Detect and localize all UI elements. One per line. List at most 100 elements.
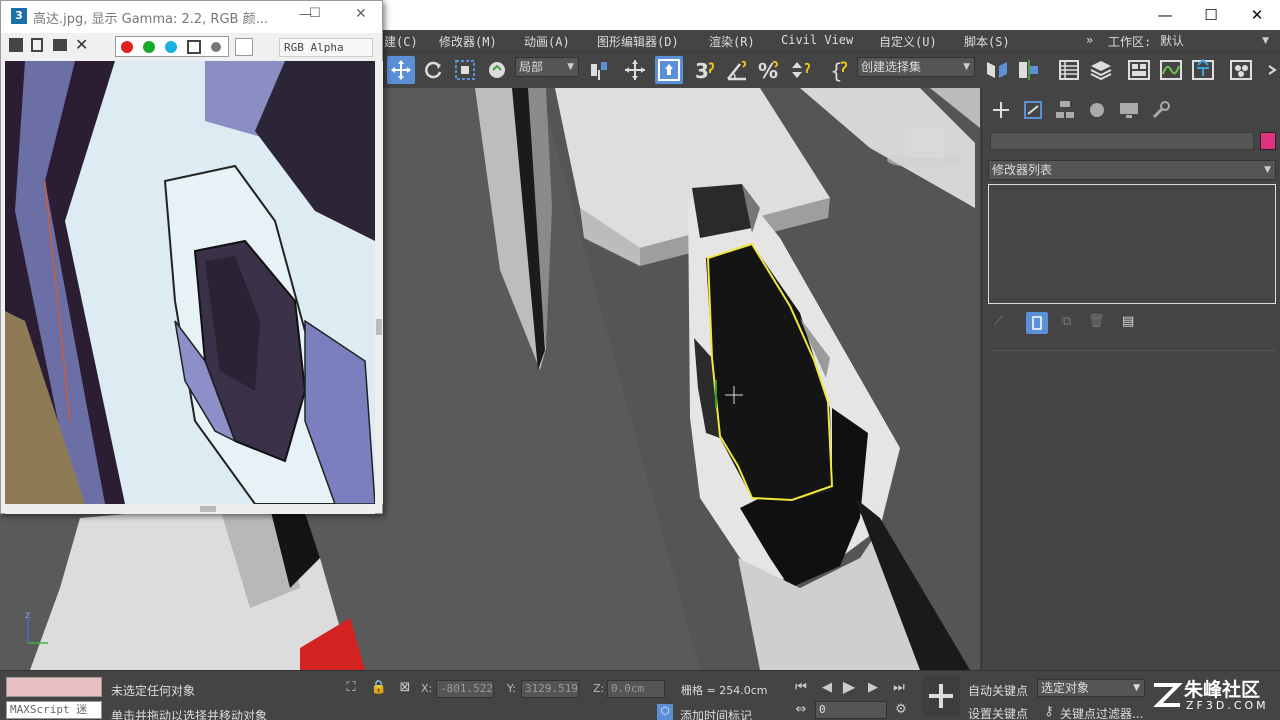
select-scale-button[interactable] [451, 56, 479, 84]
placement-button[interactable] [483, 56, 511, 84]
schematic-icon [1192, 58, 1214, 80]
menu-graph-editors[interactable]: 图形编辑器(D) [597, 33, 679, 50]
modifier-stack[interactable] [988, 184, 1276, 304]
toggle-ribbon-button[interactable] [1125, 56, 1153, 84]
menu-civil-view[interactable]: Civil View [781, 33, 853, 47]
menu-scripting[interactable]: 脚本(S) [964, 33, 1010, 50]
go-to-start-icon[interactable]: ⏮ [792, 679, 810, 697]
snaps-toggle-button[interactable]: 3 [691, 56, 719, 84]
select-rotate-button[interactable] [419, 56, 447, 84]
keyboard-shortcut-override-button[interactable] [655, 56, 683, 84]
image-viewer-close-button[interactable]: ✕ [355, 6, 367, 22]
image-horizontal-scroll-thumb[interactable] [200, 506, 216, 512]
menu-modifiers[interactable]: 修改器(M) [439, 33, 497, 50]
maxscript-mini-listener[interactable]: MAXScript 迷 [6, 701, 102, 719]
time-tag-icon[interactable]: ⬡ [657, 704, 673, 720]
menu-animation[interactable]: 动画(A) [524, 33, 570, 50]
maxscript-listener-swatch[interactable] [6, 677, 102, 697]
create-tab[interactable] [988, 98, 1014, 122]
image-viewer-window[interactable]: 3 高达.jpg, 显示 Gamma: 2.2, RGB 颜... — ☐ ✕ … [0, 0, 383, 514]
configure-modifier-sets-icon[interactable]: ▤ [1122, 314, 1140, 332]
panel-divider [992, 350, 1276, 351]
isolate-selection-icon[interactable]: ⛶ [342, 679, 360, 697]
image-vertical-scroll-thumb[interactable] [376, 319, 382, 335]
next-frame-icon[interactable]: ▶︎ [864, 679, 882, 697]
close-button[interactable]: ✕ [1234, 0, 1280, 30]
time-configuration-icon[interactable]: ⚙ [892, 701, 910, 719]
make-unique-icon[interactable]: ⧉ [1062, 314, 1080, 332]
alpha-channel-toggle[interactable] [187, 40, 201, 54]
y-coordinate-field[interactable]: 3129.519c [521, 680, 579, 698]
channel-display-select[interactable]: RGB Alpha [279, 38, 373, 57]
absolute-mode-icon[interactable]: ⊠ [396, 679, 414, 697]
image-horizontal-scrollbar[interactable] [5, 504, 375, 514]
x-coordinate-field[interactable]: -801.522c [436, 680, 494, 698]
blue-channel-toggle[interactable] [165, 41, 177, 53]
plus-icon [993, 102, 1009, 118]
select-manipulate-button[interactable] [621, 56, 649, 84]
set-key-mode-button[interactable]: 设置关键点 [968, 705, 1028, 720]
menu-rendering[interactable]: 渲染(R) [709, 33, 755, 50]
set-key-button[interactable] [922, 676, 960, 716]
save-image-icon[interactable] [9, 38, 23, 52]
object-color-swatch[interactable] [1260, 132, 1276, 150]
green-channel-toggle[interactable] [143, 41, 155, 53]
current-frame-field[interactable]: 0 [815, 701, 887, 719]
max-logo-icon: 3 [11, 8, 27, 24]
pivot-center-button[interactable] [585, 56, 613, 84]
motion-tab[interactable] [1084, 98, 1110, 122]
modifier-list-label: 修改器列表 [992, 163, 1053, 177]
go-to-end-icon[interactable]: ⏭ [890, 679, 908, 697]
show-end-result-button[interactable] [1026, 312, 1048, 334]
selection-filter-select[interactable]: 选定对象 ▼ [1037, 679, 1145, 697]
remove-modifier-icon[interactable]: 🗑 [1088, 314, 1106, 332]
display-tab[interactable] [1116, 98, 1142, 122]
maximize-button[interactable]: ☐ [1188, 0, 1234, 30]
hierarchy-tab[interactable] [1052, 98, 1078, 122]
object-name-field[interactable] [990, 132, 1254, 150]
layer-explorer-button[interactable] [1087, 56, 1115, 84]
edit-named-selection-button[interactable]: { [827, 56, 855, 84]
minimize-button[interactable]: — [1142, 0, 1188, 30]
play-icon[interactable]: ▶ [840, 678, 858, 696]
modify-tab[interactable] [1020, 98, 1046, 122]
menu-create[interactable]: 建(C) [384, 33, 418, 50]
red-channel-toggle[interactable] [121, 41, 133, 53]
image-viewer-title-bar: 3 高达.jpg, 显示 Gamma: 2.2, RGB 颜... — ☐ ✕ [1, 1, 382, 33]
modifier-list-select[interactable]: 修改器列表 ▼ [988, 160, 1276, 180]
clear-image-icon[interactable]: ✕ [75, 35, 88, 54]
coord-system-select[interactable]: 局部 ▼ [515, 57, 579, 77]
image-viewer-maximize-button[interactable]: ☐ [309, 6, 321, 21]
spinner-snap-button[interactable] [787, 56, 815, 84]
manipulate-icon [625, 60, 645, 80]
auto-key-button[interactable]: 自动关键点 [968, 682, 1028, 699]
add-time-tag-label[interactable]: 添加时间标记 [680, 707, 752, 720]
align-button[interactable] [1015, 56, 1043, 84]
schematic-view-button[interactable] [1189, 56, 1217, 84]
utilities-tab[interactable] [1148, 98, 1174, 122]
previous-frame-icon[interactable]: ◀︎ [818, 679, 836, 697]
key-filters-icon[interactable]: ⚷ [1040, 703, 1058, 720]
select-move-button[interactable] [387, 56, 415, 84]
image-vertical-scrollbar[interactable] [375, 61, 383, 504]
scene-explorer-button[interactable] [1055, 56, 1083, 84]
mirror-button[interactable] [983, 56, 1011, 84]
named-selection-set-select[interactable]: 创建选择集 ▼ [857, 57, 975, 77]
key-mode-toggle-icon[interactable]: ⇔ [792, 701, 810, 719]
percent-snap-button[interactable]: % [755, 56, 783, 84]
clone-window-icon[interactable] [31, 38, 43, 52]
menu-customize[interactable]: 自定义(U) [879, 33, 937, 50]
curve-editor-button[interactable] [1157, 56, 1185, 84]
print-image-icon[interactable] [53, 39, 67, 51]
workspace-select[interactable]: 默认 ▼ [1156, 31, 1274, 51]
z-coordinate-field[interactable]: 0.0cm [607, 680, 665, 698]
background-swatch[interactable] [235, 38, 253, 56]
pin-stack-icon[interactable]: ⟋ [994, 314, 1012, 332]
key-filters-button[interactable]: 关键点过滤器... [1060, 705, 1143, 720]
menu-overflow-icon[interactable]: » [1086, 33, 1093, 47]
monochrome-toggle[interactable] [211, 42, 221, 52]
angle-snap-button[interactable] [723, 56, 751, 84]
lock-icon[interactable]: 🔒 [370, 679, 388, 697]
toolbar-overflow-button[interactable] [1259, 56, 1279, 84]
material-editor-button[interactable] [1227, 56, 1255, 84]
